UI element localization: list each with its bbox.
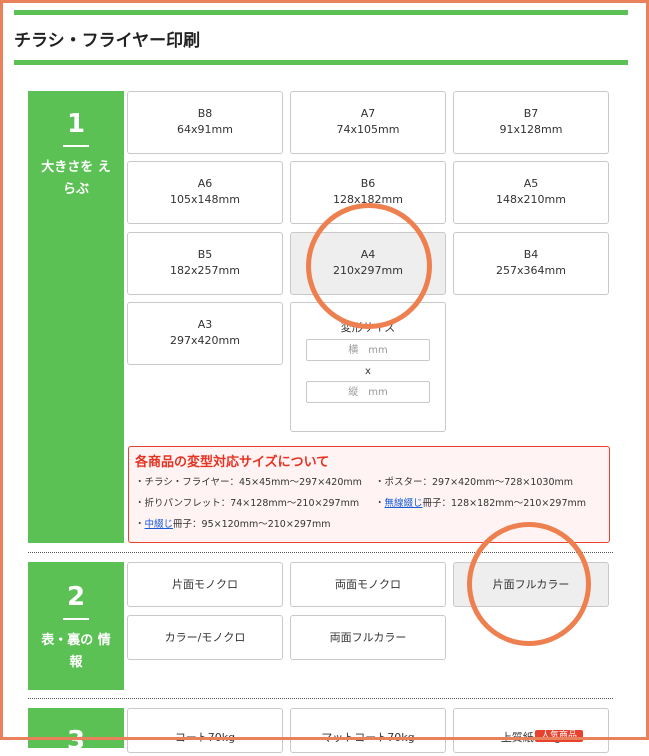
option-label: マットコート70kg [321, 731, 415, 744]
color-option-double-mono[interactable]: 両面モノクロ [290, 562, 446, 607]
custom-times-sign: x [365, 366, 371, 377]
notice-flyer-range: ・チラシ・フライヤー：45×45mm〜297×420mm [135, 477, 362, 488]
size-dims: 148x210mm [496, 193, 566, 206]
notice-saddle-booklet: ・中綴じ冊子：95×120mm〜210×297mm [135, 519, 331, 530]
size-name: A3 [197, 318, 213, 331]
section-divider [28, 552, 613, 553]
size-name: B6 [360, 177, 376, 190]
custom-height-input[interactable] [306, 381, 430, 403]
step-2-panel: 2 表・裏の 情報 [28, 562, 124, 690]
option-label: 上質紙70kg [500, 731, 562, 744]
step-2-label: 表・裏の 情報 [41, 633, 111, 670]
size-dims: 64x91mm [177, 123, 233, 136]
size-name: A4 [360, 248, 376, 261]
notice-title: 各商品の変型対応サイズについて [135, 455, 330, 470]
step-3-number: 3 [66, 726, 86, 756]
notice-row: ・折りパンフレット：74×128mm〜210×297mm ・無線綴じ冊子：128… [135, 493, 603, 514]
paper-option-woodfree[interactable]: 上質紙70kg [453, 708, 609, 753]
size-name: A7 [360, 107, 376, 120]
size-name: B7 [523, 107, 539, 120]
step-1-panel: 1 大きさを えらぶ [28, 91, 124, 543]
color-option-double-full[interactable]: 両面フルカラー [290, 615, 446, 660]
option-label: コート70kg [174, 731, 236, 744]
size-option-a6[interactable]: A6 105x148mm [127, 161, 283, 224]
size-option-b6[interactable]: B6 128x182mm [290, 161, 446, 224]
size-dims: 297x420mm [170, 334, 240, 347]
option-label: 両面モノクロ [335, 578, 401, 591]
notice-wireless-booklet: ・無線綴じ冊子：128×182mm〜210×297mm [375, 498, 586, 509]
size-option-b7[interactable]: B7 91x128mm [453, 91, 609, 154]
size-dims: 74x105mm [336, 123, 400, 136]
saddle-booklet-range: 冊子：95×120mm〜210×297mm [173, 519, 331, 530]
size-name: A6 [197, 177, 213, 190]
size-option-a7[interactable]: A7 74x105mm [290, 91, 446, 154]
step-1-rule [63, 145, 89, 147]
option-label: カラー/モノクロ [164, 631, 246, 644]
wireless-booklet-range: 冊子：128×182mm〜210×297mm [422, 498, 586, 509]
size-name: B4 [523, 248, 539, 261]
custom-width-input[interactable] [306, 339, 430, 361]
size-option-b4[interactable]: B4 257x364mm [453, 232, 609, 295]
size-option-a3[interactable]: A3 297x420mm [127, 302, 283, 365]
top-accent-bar [14, 10, 628, 15]
size-dims: 257x364mm [496, 264, 566, 277]
paper-option-coat[interactable]: コート70kg [127, 708, 283, 753]
saddle-stitch-link[interactable]: 中綴じ [145, 519, 174, 530]
page-title: チラシ・フライヤー印刷 [14, 31, 201, 51]
size-option-b5[interactable]: B5 182x257mm [127, 232, 283, 295]
size-dims: 210x297mm [333, 264, 403, 277]
custom-size-box: 変形サイズ x [290, 302, 446, 432]
size-name: B5 [197, 248, 213, 261]
step-1-label: 大きさを えらぶ [41, 160, 111, 197]
size-option-a4[interactable]: A4 210x297mm [290, 232, 446, 295]
step-2-number: 2 [66, 582, 86, 612]
color-option-color-mono[interactable]: カラー/モノクロ [127, 615, 283, 660]
size-option-a5[interactable]: A5 148x210mm [453, 161, 609, 224]
section-divider [28, 698, 613, 699]
popular-badge: 人気商品 [535, 730, 583, 742]
size-name: A5 [523, 177, 539, 190]
notice-row: ・中綴じ冊子：95×120mm〜210×297mm [135, 514, 603, 535]
size-option-b8[interactable]: B8 64x91mm [127, 91, 283, 154]
option-label: 片面フルカラー [492, 578, 570, 591]
color-option-single-full[interactable]: 片面フルカラー [453, 562, 609, 607]
paper-option-matte-coat[interactable]: マットコート70kg [290, 708, 446, 753]
custom-size-title: 変形サイズ [340, 321, 396, 334]
size-dims: 105x148mm [170, 193, 240, 206]
size-dims: 91x128mm [499, 123, 563, 136]
step-3-panel: 3 [28, 708, 124, 756]
title-underline-bar [14, 60, 628, 65]
notice-pamphlet-range: ・折りパンフレット：74×128mm〜210×297mm [135, 498, 360, 509]
option-label: 片面モノクロ [172, 578, 238, 591]
size-name: B8 [197, 107, 213, 120]
step-1-number: 1 [66, 109, 86, 139]
notice-poster-range: ・ポスター：297×420mm〜728×1030mm [375, 477, 574, 488]
option-label: 両面フルカラー [329, 631, 407, 644]
color-option-single-mono[interactable]: 片面モノクロ [127, 562, 283, 607]
wireless-binding-link[interactable]: 無線綴じ [385, 498, 423, 509]
notice-row: ・チラシ・フライヤー：45×45mm〜297×420mm ・ポスター：297×4… [135, 472, 603, 493]
size-notice-box: 各商品の変型対応サイズについて ・チラシ・フライヤー：45×45mm〜297×4… [128, 446, 610, 543]
step-2-rule [63, 618, 89, 620]
size-dims: 182x257mm [170, 264, 240, 277]
size-dims: 128x182mm [333, 193, 403, 206]
